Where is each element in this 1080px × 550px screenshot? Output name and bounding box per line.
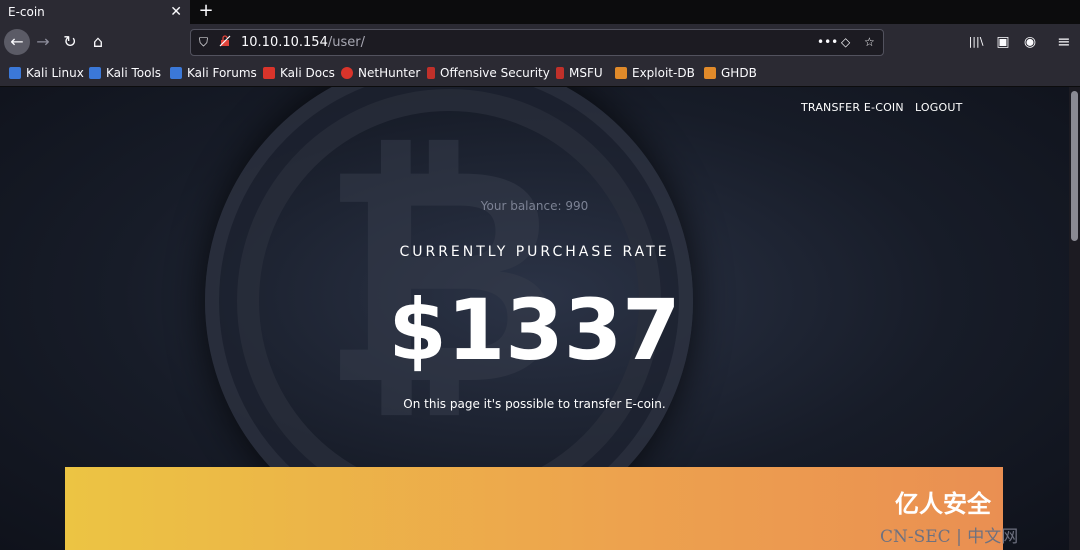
kali-forums-favicon: [170, 67, 182, 79]
account-icon[interactable]: ◉: [1018, 30, 1042, 54]
menu-icon[interactable]: ≡: [1052, 30, 1076, 54]
page-content: ₿ TRANSFER E-COIN LOGOUT Your balance: 9…: [0, 87, 1069, 550]
reload-button[interactable]: ↻: [58, 30, 82, 54]
bookmarks-toolbar: Kali Linux Kali Tools Kali Forums Kali D…: [0, 60, 1080, 87]
watermark-site-text: CN-SEC | 中文网: [880, 527, 1019, 547]
tab-e-coin[interactable]: E-coin ✕: [0, 0, 190, 24]
close-tab-icon[interactable]: ✕: [170, 0, 182, 24]
back-button[interactable]: ←: [4, 29, 30, 55]
bookmark-label: Kali Tools: [106, 66, 162, 80]
bookmark-exploit-db[interactable]: Exploit-DB: [615, 60, 695, 86]
nethunter-favicon: [341, 67, 353, 79]
bookmark-offensive-security[interactable]: Offensive Security: [427, 60, 550, 86]
pocket-icon[interactable]: ◇: [841, 30, 850, 55]
purchase-rate-label: CURRENTLY PURCHASE RATE: [399, 244, 670, 260]
exploit-db-favicon: [615, 67, 627, 79]
home-button[interactable]: ⌂: [86, 30, 110, 54]
bookmark-star-icon[interactable]: ☆: [864, 30, 875, 55]
bookmark-msfu[interactable]: MSFU: [556, 60, 603, 86]
url-text[interactable]: 10.10.10.154/user/: [241, 30, 365, 55]
offensive-security-favicon: [427, 67, 435, 79]
insecure-connection-icon[interactable]: [219, 30, 231, 55]
address-bar[interactable]: ⛉ 10.10.10.154/user/ ••• ◇ ☆: [190, 29, 884, 56]
bookmark-kali-docs[interactable]: Kali Docs: [263, 60, 335, 86]
scrollbar-thumb[interactable]: [1071, 91, 1078, 241]
tab-strip: E-coin ✕ +: [0, 0, 1080, 24]
bookmark-label: NetHunter: [358, 66, 421, 80]
bookmark-ghdb[interactable]: GHDB: [704, 60, 757, 86]
bookmark-label: Offensive Security: [440, 66, 550, 80]
watermark-logo-text: 亿人安全: [895, 490, 991, 518]
bookmark-label: Kali Forums: [187, 66, 257, 80]
page-actions-icon[interactable]: •••: [817, 30, 838, 55]
transfer-e-coin-link[interactable]: TRANSFER E-COIN: [801, 101, 904, 114]
bookmark-kali-linux[interactable]: Kali Linux: [9, 60, 84, 86]
shield-icon[interactable]: ⛉: [199, 30, 208, 55]
new-tab-button[interactable]: +: [195, 0, 217, 24]
bookmark-label: Kali Docs: [280, 66, 335, 80]
tab-title: E-coin: [8, 5, 45, 19]
bookmark-label: Exploit-DB: [632, 66, 695, 80]
ghdb-favicon: [704, 67, 716, 79]
kali-docs-favicon: [263, 67, 275, 79]
bookmark-label: Kali Linux: [26, 66, 84, 80]
bookmark-nethunter[interactable]: NetHunter: [341, 60, 420, 86]
url-path: /user/: [327, 35, 365, 50]
bookmark-kali-tools[interactable]: Kali Tools: [89, 60, 161, 86]
page-description: On this page it's possible to transfer E…: [403, 397, 666, 411]
gradient-banner: [65, 467, 1003, 550]
bitcoin-symbol-decoration: ₿: [320, 102, 565, 451]
msfu-favicon: [556, 67, 564, 79]
bookmark-kali-forums[interactable]: Kali Forums: [170, 60, 257, 86]
bookmark-label: MSFU: [569, 66, 603, 80]
sidebar-icon[interactable]: ▣: [991, 30, 1015, 54]
logout-link[interactable]: LOGOUT: [915, 101, 963, 114]
balance-text: Your balance: 990: [480, 199, 589, 213]
library-icon[interactable]: |||\: [964, 30, 988, 54]
bookmark-label: GHDB: [721, 66, 757, 80]
page-scrollbar[interactable]: [1069, 87, 1080, 550]
url-host: 10.10.10.154: [241, 35, 328, 50]
kali-tools-favicon: [89, 67, 101, 79]
forward-button[interactable]: →: [31, 30, 55, 54]
kali-linux-favicon: [9, 67, 21, 79]
purchase-rate-value: $1337: [388, 281, 681, 379]
navigation-toolbar: ← → ↻ ⌂ ⛉ 10.10.10.154/user/ ••• ◇ ☆ |||…: [0, 24, 1080, 60]
